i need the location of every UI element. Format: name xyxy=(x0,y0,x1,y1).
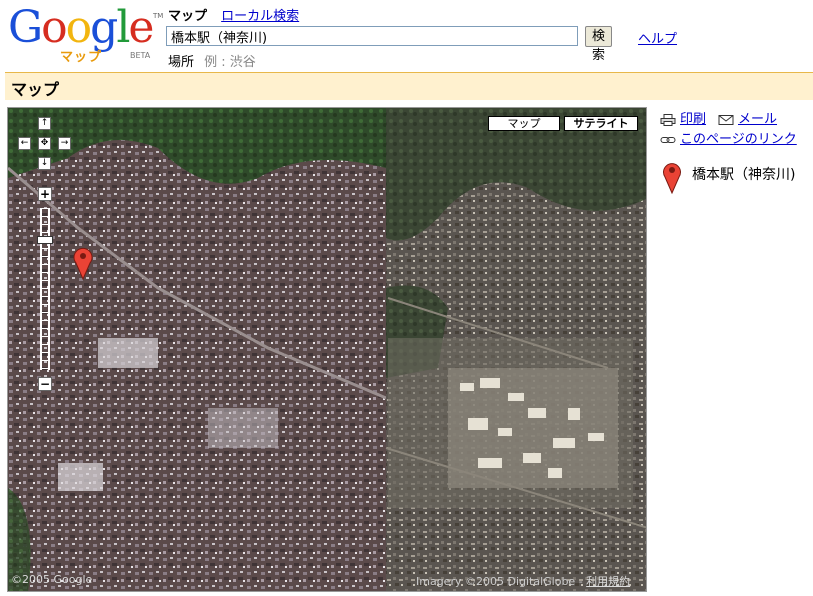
help-link[interactable]: ヘルプ xyxy=(638,28,677,47)
pan-down-button[interactable]: ↓ xyxy=(38,157,51,170)
zoom-slider-handle[interactable] xyxy=(37,236,53,244)
print-row: 印刷 xyxy=(660,108,706,127)
page-link-row: このページのリンク xyxy=(660,128,797,147)
page-link[interactable]: このページのリンク xyxy=(680,132,797,147)
mail-row: メール xyxy=(718,108,777,127)
map-type-satellite-button[interactable]: サテライト xyxy=(564,116,638,131)
search-input[interactable] xyxy=(166,26,578,46)
zoom-out-button[interactable]: − xyxy=(38,377,52,391)
chain-link-icon xyxy=(660,136,676,143)
map-canvas[interactable]: ↑ ← ✥ → ↓ + − マップ サテライト ©2005 Google Ima… xyxy=(7,107,647,592)
section-title: マップ xyxy=(5,72,813,100)
map-copyright: ©2005 Google xyxy=(11,573,93,586)
logo-trademark: TM xyxy=(153,12,164,20)
map-type-map-button[interactable]: マップ xyxy=(488,116,560,131)
logo-maps-label: マップ xyxy=(60,50,103,65)
imagery-copyright-text: Imagery ©2005 DigitalGlobe - xyxy=(416,575,587,588)
imagery-copyright: Imagery ©2005 DigitalGlobe - 利用規約 xyxy=(416,573,630,589)
pan-right-button[interactable]: → xyxy=(58,137,71,150)
place-label: 場所 xyxy=(168,55,195,70)
satellite-imagery[interactable] xyxy=(8,108,647,592)
terms-link[interactable]: 利用規約 xyxy=(586,575,630,588)
pan-up-button[interactable]: ↑ xyxy=(38,117,51,130)
mail-link[interactable]: メール xyxy=(738,112,777,127)
place-example: 例 : 渋谷 xyxy=(204,55,256,70)
logo-beta-label: BETA xyxy=(130,51,151,60)
zoom-in-button[interactable]: + xyxy=(38,187,52,201)
printer-icon xyxy=(660,113,676,126)
nav-local-search-link[interactable]: ローカル検索 xyxy=(221,9,299,24)
search-hint: 場所 例 : 渋谷 xyxy=(168,51,256,70)
envelope-icon xyxy=(718,114,734,125)
pan-left-button[interactable]: ← xyxy=(18,137,31,150)
search-button[interactable]: 検索 xyxy=(585,26,613,63)
top-nav: マップ ローカル検索 xyxy=(168,5,299,24)
result-marker-icon[interactable] xyxy=(662,160,682,194)
pan-center-button[interactable]: ✥ xyxy=(38,137,51,150)
logo-wordmark: Google xyxy=(8,2,154,53)
print-link[interactable]: 印刷 xyxy=(680,112,706,127)
google-maps-logo[interactable]: Google TM マップ BETA xyxy=(8,2,163,66)
result-name[interactable]: 橋本駅（神奈川) xyxy=(692,164,795,184)
zoom-slider-track[interactable] xyxy=(40,208,50,370)
location-marker-icon[interactable] xyxy=(72,246,94,280)
nav-current-maps: マップ xyxy=(168,9,208,24)
